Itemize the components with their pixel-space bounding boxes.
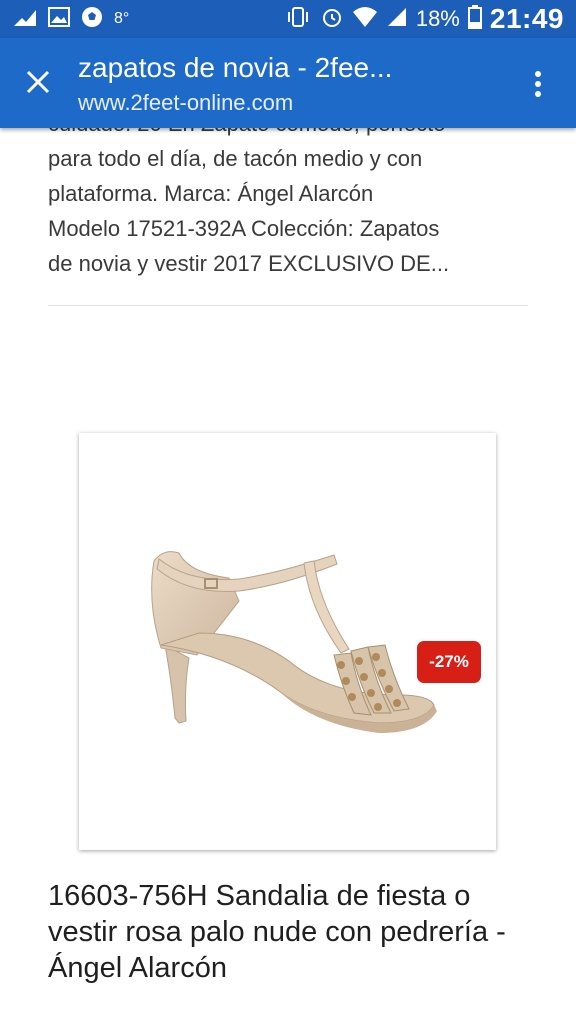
product-description: cuidado. 20 En Zapato cómodo, perfecto p… [48, 128, 538, 281]
soccer-ball-icon [80, 5, 104, 34]
signal-icon [386, 6, 408, 33]
battery-icon [467, 4, 482, 34]
page-url: www.2feet-online.com [78, 90, 294, 115]
divider [48, 305, 528, 306]
overflow-menu-button[interactable] [518, 62, 558, 106]
status-left-group: 8° [12, 5, 129, 34]
status-bar: 8° 18% 21:49 [0, 0, 576, 38]
clock-time: 21:49 [489, 3, 564, 34]
broom-icon [12, 6, 38, 33]
wifi-icon [352, 6, 378, 33]
battery-percent: 18% [415, 6, 460, 31]
close-button[interactable] [14, 58, 62, 106]
description-line: cuidado. 20 En Zapato cómodo, perfecto [48, 128, 538, 141]
product-image-card[interactable]: -27% [79, 433, 496, 850]
description-line: plataforma. Marca: Ángel Alarcón [48, 181, 374, 206]
page-content[interactable]: cuidado. 20 En Zapato cómodo, perfecto p… [0, 128, 576, 1024]
image-icon [48, 6, 70, 32]
alarm-icon [320, 5, 344, 34]
close-icon [26, 70, 50, 94]
temperature-text: 8° [114, 10, 130, 27]
page-title: zapatos de novia - 2fee... [78, 52, 393, 83]
product-title-link[interactable]: 16603-756H Sandalia de fiesta o vestir r… [48, 878, 538, 986]
custom-tab-toolbar: zapatos de novia - 2fee... www.2feet-onl… [0, 38, 576, 128]
more-vert-icon [535, 71, 541, 97]
description-line: Modelo 17521-392A Colección: Zapatos [48, 216, 440, 241]
vibrate-icon [284, 6, 312, 33]
status-right-group: 18% 21:49 [284, 3, 564, 35]
description-line: para todo el día, de tacón medio y con [48, 146, 423, 171]
discount-badge: -27% [417, 641, 481, 683]
description-line: de novia y vestir 2017 EXCLUSIVO DE... [48, 251, 450, 276]
